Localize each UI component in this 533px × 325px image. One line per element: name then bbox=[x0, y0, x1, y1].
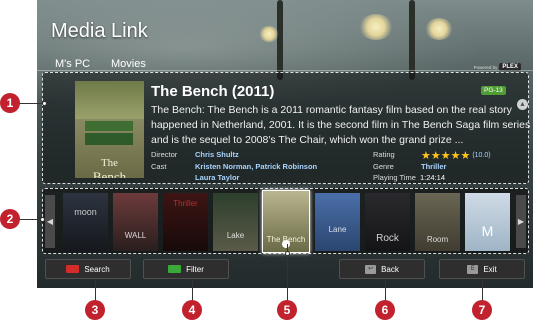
cast-value-line1: Kristen Norman, Patrick Robinson bbox=[195, 162, 318, 171]
carousel-thumbnail[interactable]: Lake bbox=[213, 193, 258, 251]
thumbnail-title: M bbox=[481, 223, 494, 239]
thumbnail-title: Lake bbox=[226, 231, 245, 240]
back-button[interactable]: ↩ Back bbox=[339, 259, 425, 279]
carousel-thumbnail[interactable]: moon bbox=[63, 193, 108, 251]
callout-leader bbox=[95, 280, 96, 302]
callout-leader bbox=[385, 280, 386, 302]
movie-poster: The Bench bbox=[75, 81, 144, 178]
movie-info-panel: The Bench The Bench (2011) PG-13 ▲ The Be… bbox=[42, 72, 531, 184]
genre-value: Thriller bbox=[421, 162, 447, 171]
playing-time-label: Playing Time bbox=[373, 173, 416, 182]
filter-button[interactable]: Filter bbox=[143, 259, 229, 279]
director-label: Director bbox=[151, 150, 178, 159]
breadcrumb-source[interactable]: M's PC bbox=[55, 58, 90, 70]
app-title: Media Link bbox=[51, 20, 148, 42]
filter-button-label: Filter bbox=[186, 264, 204, 274]
exit-key-icon: E bbox=[467, 264, 479, 274]
rating-score: (10.0) bbox=[472, 152, 491, 159]
poster-bench-seat bbox=[85, 133, 133, 145]
back-button-label: Back bbox=[381, 264, 399, 274]
movie-carousel: ◀ moon WALL Thriller Lake The Bench Lane… bbox=[42, 188, 529, 254]
callout-leader bbox=[192, 280, 193, 302]
thumbnail-title: Thriller bbox=[173, 199, 198, 208]
movie-synopsis: The Bench: The Bench is a 2011 romantic … bbox=[151, 104, 531, 146]
playing-time-value: 1:24:14 bbox=[420, 173, 446, 182]
thumbnail-title: Rock bbox=[376, 233, 399, 244]
callout-leader bbox=[482, 280, 483, 302]
callout-pointer bbox=[285, 251, 290, 256]
background-lamp-post bbox=[277, 0, 283, 80]
director-value: Chris Shultz bbox=[195, 150, 239, 159]
carousel-thumbnail[interactable]: M bbox=[465, 193, 510, 251]
carousel-thumbnail[interactable]: Lane bbox=[315, 193, 360, 251]
carousel-thumbnail[interactable]: WALL bbox=[113, 193, 158, 251]
cast-label: Cast bbox=[151, 162, 167, 171]
breadcrumb-category[interactable]: Movies bbox=[111, 58, 146, 70]
callout-leader bbox=[18, 103, 44, 104]
thumbnail-title: moon bbox=[74, 207, 97, 217]
callout-pointer bbox=[42, 101, 47, 106]
background-lamp-post bbox=[409, 0, 415, 80]
powered-by-label: Powered by bbox=[473, 64, 498, 70]
callout-2: 2 bbox=[0, 209, 20, 229]
callout-4: 4 bbox=[182, 300, 202, 320]
age-rating-badge: PG-13 bbox=[481, 86, 506, 95]
search-button[interactable]: Search bbox=[45, 259, 131, 279]
exit-button[interactable]: E Exit bbox=[439, 259, 525, 279]
poster-title-text: The Bench bbox=[92, 157, 127, 178]
thumbnail-title: Lane bbox=[328, 225, 347, 234]
carousel-thumbnail[interactable]: Rock bbox=[365, 193, 410, 251]
genre-label: Genre bbox=[373, 162, 394, 171]
movie-title: The Bench (2011) bbox=[151, 83, 275, 100]
callout-5: 5 bbox=[277, 300, 297, 320]
background-lamp bbox=[259, 26, 279, 42]
callout-1: 1 bbox=[0, 93, 20, 113]
carousel-prev-button[interactable]: ◀ bbox=[45, 195, 55, 248]
thumbnail-title: WALL bbox=[124, 231, 147, 240]
divider bbox=[37, 70, 533, 71]
thumbnail-title: Room bbox=[426, 235, 449, 244]
selection-indicator bbox=[282, 240, 290, 248]
back-key-icon: ↩ bbox=[365, 264, 377, 274]
callout-6: 6 bbox=[375, 300, 395, 320]
tv-screen: Media Link M's PC Movies Powered by PLEX… bbox=[37, 0, 533, 288]
callout-pointer bbox=[40, 217, 45, 222]
star-icons: ★★★★★ bbox=[421, 150, 471, 162]
search-button-label: Search bbox=[84, 264, 110, 274]
poster-tree-art bbox=[75, 81, 144, 119]
carousel-thumbnail[interactable]: Room bbox=[415, 193, 460, 251]
callout-3: 3 bbox=[85, 300, 105, 320]
background-lamp bbox=[359, 14, 393, 40]
callout-leader bbox=[18, 219, 42, 220]
green-key-icon bbox=[168, 265, 182, 273]
rating-stars: ★★★★★ (10.0) bbox=[421, 149, 491, 162]
background-lamp bbox=[425, 18, 453, 40]
rating-label: Rating bbox=[373, 150, 395, 159]
cast-value-line2: Laura Taylor bbox=[195, 173, 240, 182]
red-key-icon bbox=[66, 265, 80, 273]
exit-button-label: Exit bbox=[483, 264, 497, 274]
callout-7: 7 bbox=[472, 300, 492, 320]
poster-bench-back bbox=[85, 121, 133, 131]
carousel-next-button[interactable]: ▶ bbox=[516, 195, 526, 248]
carousel-thumbnail[interactable]: Thriller bbox=[163, 193, 208, 251]
